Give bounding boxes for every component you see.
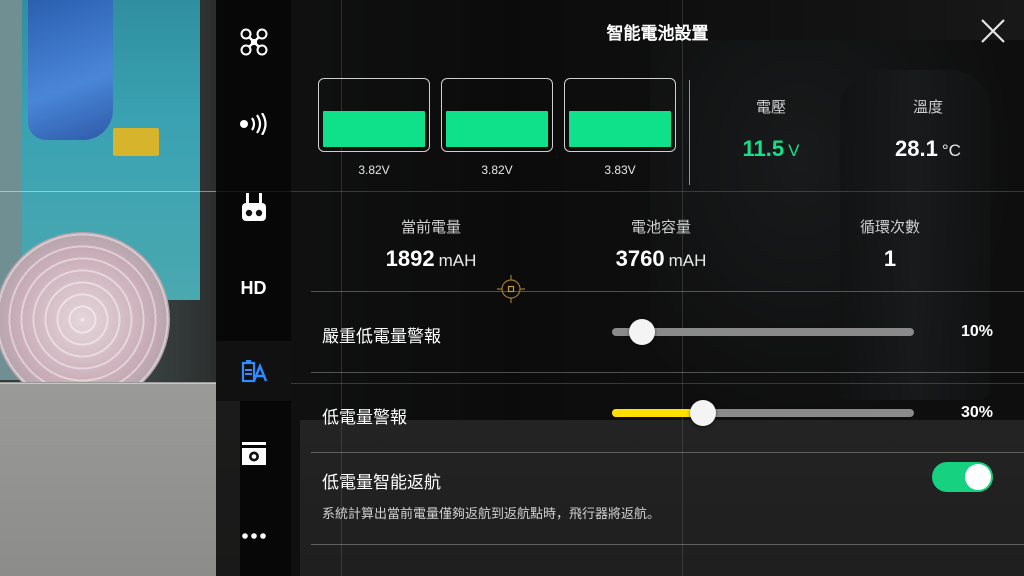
aircraft-icon bbox=[240, 28, 267, 56]
voltage-unit: V bbox=[788, 141, 800, 160]
capacity-label: 電池容量 bbox=[630, 218, 691, 236]
sidebar-item-battery[interactable] bbox=[216, 341, 291, 401]
capacity-number: 3760 bbox=[615, 246, 665, 271]
remote-controller-icon bbox=[241, 193, 266, 221]
crosshair-icon bbox=[497, 275, 525, 303]
toggle-knob bbox=[965, 464, 991, 490]
slider-track bbox=[612, 328, 914, 336]
signal-icon bbox=[239, 113, 267, 135]
close-icon[interactable] bbox=[978, 16, 1008, 46]
smart-rth-toggle[interactable] bbox=[932, 462, 993, 492]
critical-low-alert-value: 10% bbox=[960, 323, 993, 340]
cell-level-bar bbox=[323, 110, 425, 147]
current-charge-unit: mAH bbox=[438, 251, 477, 270]
divider bbox=[689, 80, 690, 185]
current-charge-label: 當前電量 bbox=[400, 218, 461, 236]
hd-icon: HD bbox=[240, 277, 267, 298]
low-alert-value: 30% bbox=[960, 404, 993, 421]
sidebar-item-camera[interactable] bbox=[216, 424, 291, 484]
cell-voltage: 3.82V bbox=[358, 163, 390, 177]
camera-scene-floor bbox=[0, 382, 240, 576]
divider bbox=[311, 291, 1024, 292]
sidebar-item-more[interactable] bbox=[216, 506, 291, 566]
critical-low-alert-slider[interactable] bbox=[612, 319, 914, 345]
cell-voltage: 3.82V bbox=[481, 163, 513, 177]
divider bbox=[311, 452, 1024, 453]
smart-rth-label: 低電量智能返航 bbox=[322, 473, 441, 493]
battery-cells: 3.82V 3.82V 3.83V bbox=[318, 78, 683, 188]
smart-rth-description: 系統計算出當前電量僅夠返航到返航點時，飛行器將返航。 bbox=[322, 507, 661, 522]
cycles-value: 1 bbox=[883, 246, 897, 271]
battery-cell-1: 3.82V bbox=[318, 78, 430, 177]
camera-scene-outlet bbox=[113, 128, 159, 156]
temperature-value: 28.1 °C bbox=[868, 136, 988, 162]
sidebar-item-aircraft[interactable] bbox=[216, 12, 291, 72]
current-charge-number: 1892 bbox=[385, 246, 435, 271]
cell-voltage: 3.83V bbox=[604, 163, 636, 177]
low-alert-slider[interactable] bbox=[612, 400, 914, 426]
temperature-label: 溫度 bbox=[912, 98, 943, 116]
slider-knob[interactable] bbox=[629, 319, 656, 345]
temperature-number: 28.1 bbox=[895, 136, 938, 161]
cell-level-bar bbox=[569, 110, 671, 147]
low-alert-label: 低電量警報 bbox=[322, 408, 407, 428]
battery-cell-3: 3.83V bbox=[564, 78, 676, 177]
camera-icon bbox=[241, 442, 266, 465]
camera-scene-cloth bbox=[28, 0, 113, 140]
battery-settings-panel: 智能電池設置 3.82V 3.82V 3.83V 電壓 11.5 V 溫度 28.… bbox=[291, 0, 1024, 576]
sidebar-item-hd[interactable]: HD bbox=[216, 258, 291, 318]
current-charge-value: 1892 mAH bbox=[331, 246, 531, 272]
more-icon bbox=[241, 533, 266, 539]
page-title: 智能電池設置 bbox=[606, 24, 709, 44]
divider bbox=[311, 544, 1024, 545]
battery-cell-2: 3.82V bbox=[441, 78, 553, 177]
voltage-label: 電壓 bbox=[755, 98, 786, 116]
settings-sidebar: HD bbox=[216, 0, 291, 576]
critical-low-alert-label: 嚴重低電量警報 bbox=[322, 327, 441, 347]
voltage-number: 11.5 bbox=[742, 136, 785, 161]
divider bbox=[311, 372, 1024, 373]
sidebar-item-remote-controller[interactable] bbox=[216, 178, 291, 238]
voltage-value: 11.5 V bbox=[711, 136, 831, 162]
battery-icon bbox=[241, 360, 267, 383]
camera-scene-fan bbox=[0, 232, 170, 407]
slider-knob[interactable] bbox=[689, 400, 716, 426]
capacity-unit: mAH bbox=[668, 251, 707, 270]
capacity-value: 3760 mAH bbox=[561, 246, 761, 272]
temperature-unit: °C bbox=[941, 141, 961, 160]
cycles-label: 循環次數 bbox=[859, 218, 920, 236]
sidebar-item-signal[interactable] bbox=[216, 94, 291, 154]
cell-level-bar bbox=[446, 110, 548, 147]
